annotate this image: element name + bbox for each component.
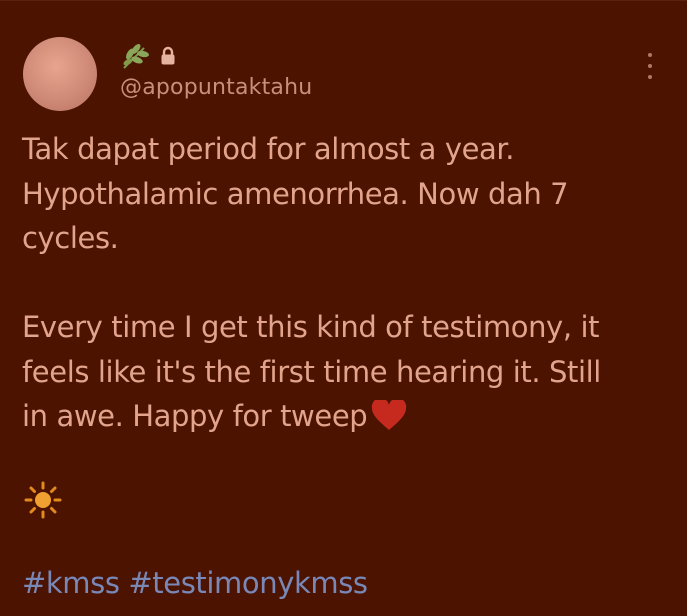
- hashtag-kmss[interactable]: #kmss: [22, 566, 120, 600]
- tweet-paragraph-2-text: Every time I get this kind of testimony,…: [22, 310, 601, 433]
- more-options-icon[interactable]: [641, 53, 659, 79]
- tweet-text: Tak dapat period for almost a year. Hypo…: [22, 127, 662, 445]
- avatar[interactable]: [23, 37, 97, 111]
- lock-icon: [160, 46, 176, 66]
- sun-icon: [24, 481, 62, 519]
- hashtag-list: #kmss #testimonykmss: [22, 566, 368, 600]
- hashtag-testimonykmss[interactable]: #testimonykmss: [128, 566, 368, 600]
- user-handle[interactable]: @apopuntaktahu: [120, 75, 312, 100]
- red-heart-icon: [371, 398, 407, 445]
- herb-icon: [120, 42, 150, 70]
- tweet-paragraph-2: Every time I get this kind of testimony,…: [22, 305, 662, 445]
- tweet-card: @apopuntaktahu Tak dapat period for almo…: [0, 0, 687, 616]
- tweet-paragraph-1: Tak dapat period for almost a year. Hypo…: [22, 132, 569, 255]
- name-badges: [120, 41, 176, 71]
